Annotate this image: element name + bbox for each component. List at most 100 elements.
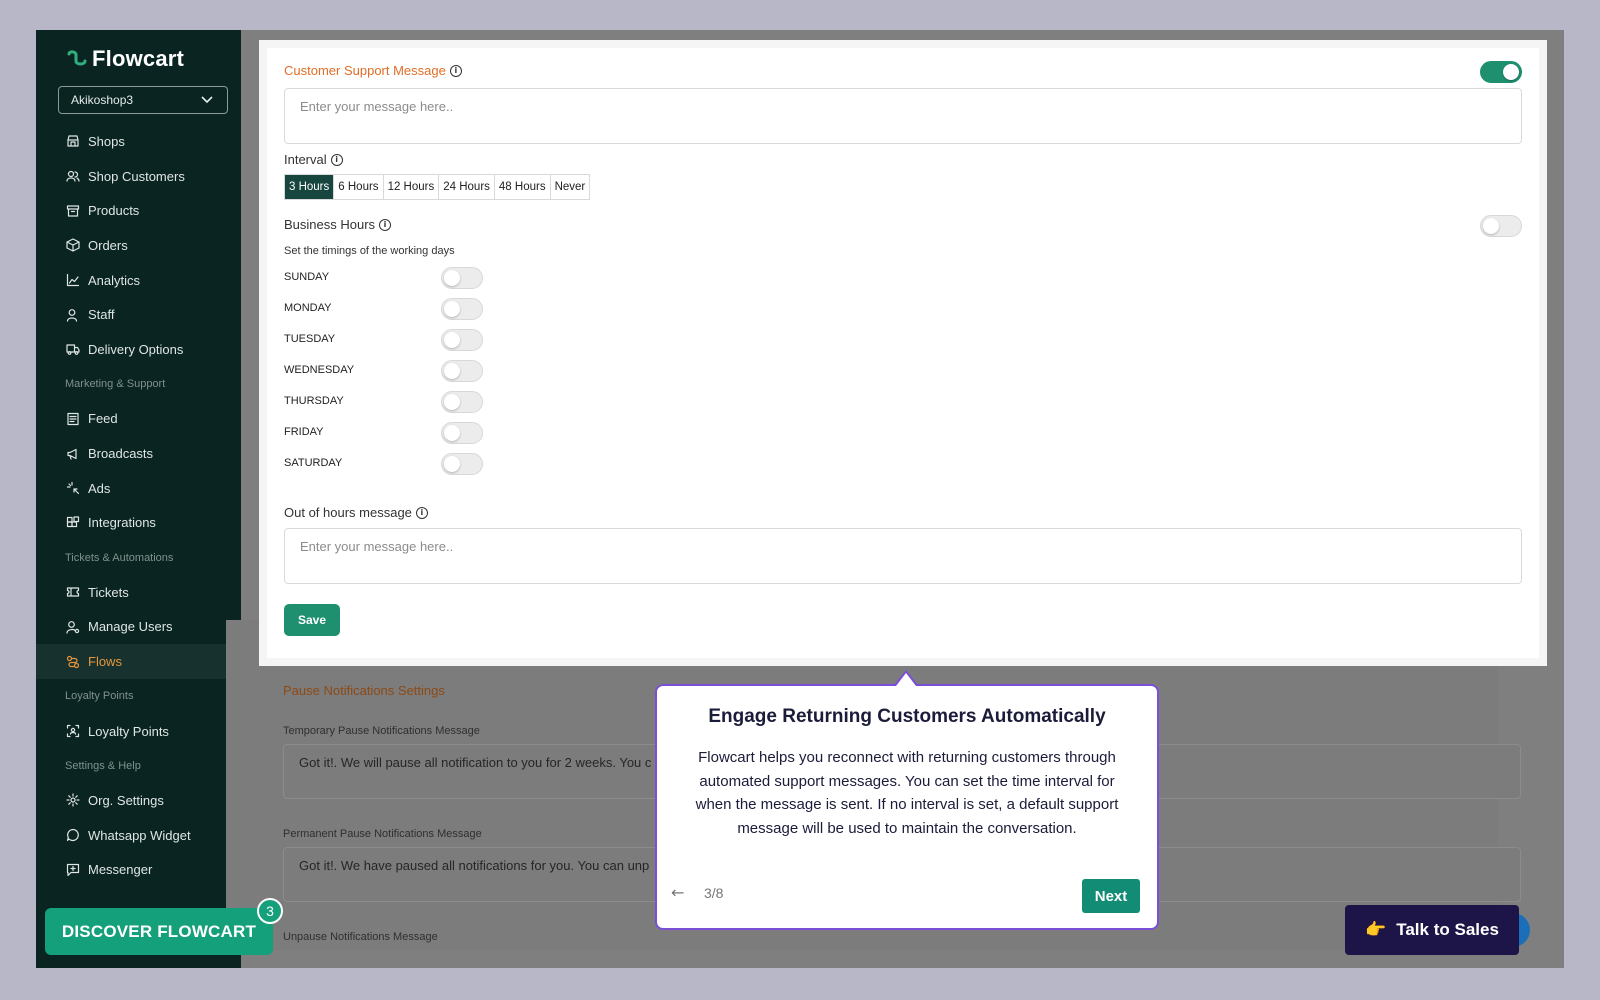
day-toggle[interactable] xyxy=(441,267,483,289)
sidebar-item-messenger[interactable]: Messenger xyxy=(36,852,241,887)
business-hours-label: Business Hours i xyxy=(284,217,392,232)
day-toggle[interactable] xyxy=(441,329,483,351)
interval-option[interactable]: Never xyxy=(550,175,590,199)
sidebar-item-flows[interactable]: Flows xyxy=(36,644,241,679)
sidebar-item-tickets[interactable]: Tickets xyxy=(36,575,241,610)
day-label: SATURDAY xyxy=(284,457,343,469)
discover-flowcart-button[interactable]: DISCOVER FLOWCART xyxy=(45,908,273,955)
sidebar-item-label: Broadcasts xyxy=(88,446,154,462)
day-label: SUNDAY xyxy=(284,271,330,283)
out-of-hours-input[interactable]: Enter your message here.. xyxy=(284,528,1522,584)
interval-label-text: Interval xyxy=(284,152,327,167)
day-row: WEDNESDAY xyxy=(284,360,484,382)
sidebar-item-whatsapp-widget[interactable]: Whatsapp Widget xyxy=(36,818,241,853)
toggle-knob xyxy=(444,363,460,379)
business-hours-label-text: Business Hours xyxy=(284,217,376,232)
shop-select-value: Akikoshop3 xyxy=(71,93,134,107)
pause-settings-title: Pause Notifications Settings xyxy=(283,683,445,698)
interval-option[interactable]: 12 Hours xyxy=(383,175,440,199)
sidebar-item-loyalty-points[interactable]: Loyalty Points xyxy=(36,714,241,749)
shop-select[interactable]: Akikoshop3 xyxy=(58,86,228,114)
scan-icon xyxy=(66,724,80,738)
toggle-knob xyxy=(444,394,460,410)
sparkle-icon xyxy=(66,482,80,495)
day-toggle[interactable] xyxy=(441,298,483,320)
day-row: MONDAY xyxy=(284,298,484,320)
sidebar-section-header: Marketing & Support xyxy=(65,378,166,391)
toggle-knob xyxy=(1503,64,1519,80)
sidebar-item-label: Delivery Options xyxy=(88,341,184,357)
sidebar-section-header: Tickets & Automations xyxy=(65,551,174,564)
user-icon xyxy=(66,308,78,322)
day-toggle[interactable] xyxy=(441,391,483,413)
sidebar-item-label: Whatsapp Widget xyxy=(88,827,191,843)
sidebar-item-ads[interactable]: Ads xyxy=(36,471,241,506)
sidebar-item-broadcasts[interactable]: Broadcasts xyxy=(36,436,241,471)
sidebar-item-feed[interactable]: Feed xyxy=(36,402,241,437)
tour-step-counter: 3/8 xyxy=(704,885,724,901)
interval-selector: 3 Hours 6 Hours 12 Hours 24 Hours 48 Hours Ne… xyxy=(284,174,591,200)
chart-icon xyxy=(66,273,80,287)
business-hours-note: Set the timings of the working days xyxy=(284,245,455,257)
sidebar-item-label: Integrations xyxy=(88,515,156,531)
interval-option[interactable]: 3 Hours xyxy=(285,175,335,199)
info-icon[interactable]: i xyxy=(449,64,462,77)
interval-option[interactable]: 48 Hours xyxy=(494,175,551,199)
sidebar-item-staff[interactable]: Staff xyxy=(36,297,241,332)
sidebar-item-integrations[interactable]: Integrations xyxy=(36,506,241,541)
day-label: TUESDAY xyxy=(284,333,336,345)
out-of-hours-label-text: Out of hours message xyxy=(284,505,412,520)
box-icon xyxy=(66,238,80,253)
toggle-knob xyxy=(444,456,460,472)
tour-title: Engage Returning Customers Automatically xyxy=(708,706,1106,727)
archive-icon xyxy=(66,205,80,217)
day-row: FRIDAY xyxy=(284,422,484,444)
day-toggle[interactable] xyxy=(441,453,483,475)
sidebar-item-products[interactable]: Products xyxy=(36,193,241,228)
sidebar-item-delivery-options[interactable]: Delivery Options xyxy=(36,332,241,367)
support-message-input[interactable]: Enter your message here.. xyxy=(284,88,1522,144)
info-icon[interactable]: i xyxy=(379,218,392,231)
sidebar-item-label: Shop Customers xyxy=(88,168,185,184)
sidebar-item-label: Orders xyxy=(88,237,128,253)
sidebar-item-label: Flows xyxy=(88,654,122,670)
sidebar-item-label: Products xyxy=(88,203,140,219)
toggle-knob xyxy=(1483,218,1499,234)
sidebar-item-manage-users[interactable]: Manage Users xyxy=(36,610,241,645)
sidebar-item-label: Manage Users xyxy=(88,619,173,635)
save-button[interactable]: Save xyxy=(284,604,340,636)
sidebar-item-label: Loyalty Points xyxy=(88,723,169,739)
tour-arrow-fill xyxy=(896,673,916,686)
day-label: FRIDAY xyxy=(284,426,324,438)
blocks-icon xyxy=(66,516,80,528)
talk-to-sales-button[interactable]: 👉 Talk to Sales xyxy=(1345,905,1519,955)
day-toggle[interactable] xyxy=(441,360,483,382)
sidebar-item-shop-customers[interactable]: Shop Customers xyxy=(36,159,241,194)
permanent-pause-label: Permanent Pause Notifications Message xyxy=(283,828,482,840)
support-message-title: Customer Support Message i xyxy=(284,63,462,78)
day-toggle[interactable] xyxy=(441,422,483,444)
sidebar-item-org-settings[interactable]: Org. Settings xyxy=(36,783,241,818)
interval-option[interactable]: 24 Hours xyxy=(439,175,495,199)
toggle-knob xyxy=(444,332,460,348)
sidebar-item-label: Messenger xyxy=(88,862,153,878)
sidebar-item-orders[interactable]: Orders xyxy=(36,228,241,263)
interval-option[interactable]: 6 Hours xyxy=(334,175,384,199)
user-cog-icon xyxy=(66,621,80,634)
back-arrow-icon[interactable]: ← xyxy=(671,883,684,902)
sidebar-item-label: Tickets xyxy=(88,584,129,600)
info-icon[interactable]: i xyxy=(330,153,343,166)
next-button[interactable]: Next xyxy=(1082,879,1140,913)
store-icon xyxy=(67,135,79,147)
info-icon[interactable]: i xyxy=(415,506,428,519)
sidebar-item-analytics[interactable]: Analytics xyxy=(36,263,241,298)
flowcart-logo-icon xyxy=(67,50,87,66)
sidebar-item-shops[interactable]: Shops xyxy=(36,124,241,159)
logo[interactable]: Flowcart xyxy=(66,44,184,74)
sidebar-item-label: Feed xyxy=(88,411,118,427)
logo-text: Flowcart xyxy=(92,46,185,71)
day-row: TUESDAY xyxy=(284,329,484,351)
support-message-toggle[interactable] xyxy=(1480,61,1522,83)
business-hours-toggle[interactable] xyxy=(1480,215,1522,237)
sidebar-section-header: Loyalty Points xyxy=(65,690,134,703)
